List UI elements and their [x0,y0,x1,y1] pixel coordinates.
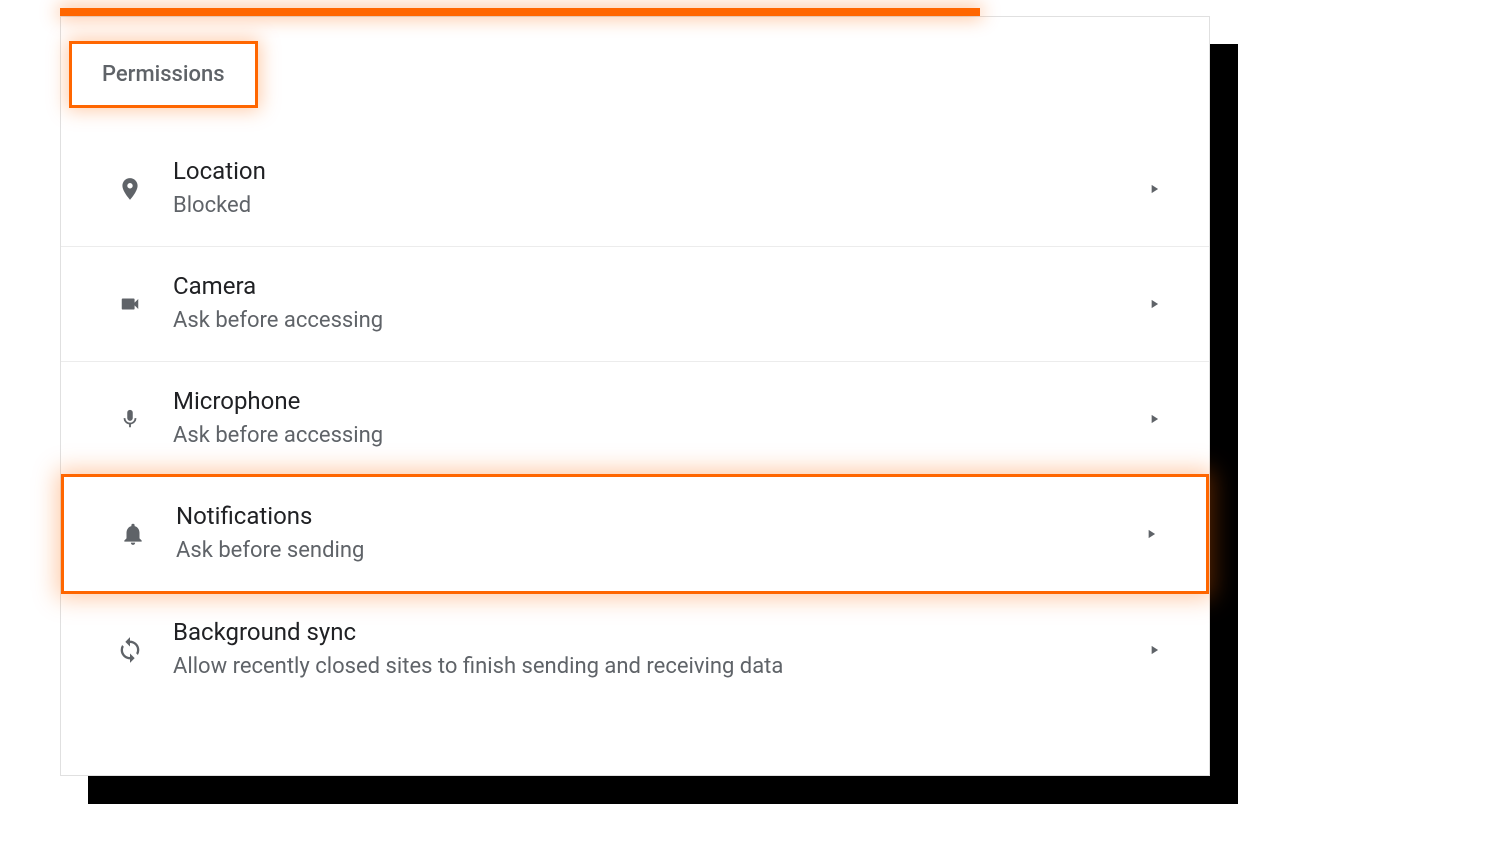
chevron-right-icon [1139,643,1169,657]
row-text: Notifications Ask before sending [162,501,1136,567]
row-title: Microphone [173,386,1139,417]
microphone-icon [101,404,159,434]
chevron-right-icon [1136,527,1166,541]
chevron-right-icon [1139,297,1169,311]
row-title: Notifications [176,501,1136,532]
row-subtitle: Allow recently closed sites to finish se… [173,652,1139,683]
bell-icon [104,519,162,549]
permissions-list: Location Blocked Camera Ask before acces… [61,132,1209,707]
camera-icon [101,293,159,315]
sync-icon [101,636,159,664]
section-header: Permissions [69,41,258,108]
row-title: Location [173,156,1139,187]
top-accent-bar [60,8,980,16]
row-subtitle: Blocked [173,191,1139,222]
permission-row-notifications[interactable]: Notifications Ask before sending [61,474,1209,594]
permission-row-camera[interactable]: Camera Ask before accessing [61,246,1209,361]
row-text: Background sync Allow recently closed si… [159,617,1139,683]
row-subtitle: Ask before sending [176,536,1136,567]
row-title: Camera [173,271,1139,302]
row-title: Background sync [173,617,1139,648]
row-subtitle: Ask before accessing [173,421,1139,452]
permission-row-background-sync[interactable]: Background sync Allow recently closed si… [61,592,1209,707]
permission-row-location[interactable]: Location Blocked [61,132,1209,246]
chevron-right-icon [1139,182,1169,196]
row-text: Microphone Ask before accessing [159,386,1139,452]
permissions-panel: Permissions Location Blocked [60,16,1210,776]
row-text: Camera Ask before accessing [159,271,1139,337]
chevron-right-icon [1139,412,1169,426]
permission-row-microphone[interactable]: Microphone Ask before accessing [61,361,1209,476]
location-icon [101,173,159,205]
row-text: Location Blocked [159,156,1139,222]
row-subtitle: Ask before accessing [173,306,1139,337]
